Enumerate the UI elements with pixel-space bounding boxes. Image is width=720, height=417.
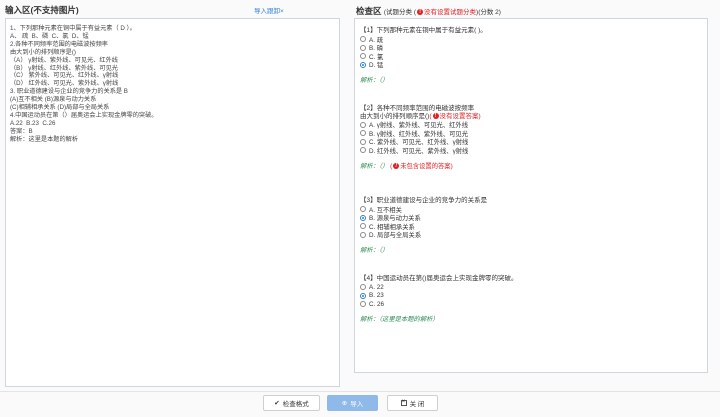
radio-button-checked[interactable]: [360, 61, 366, 68]
option-row[interactable]: A. 互不相关: [360, 205, 487, 214]
input-text: 1、下列那种元素在铜中属于有益元素（ D ）。 A、 疏 B、磷 C、氯 D、锰 2…: [6, 19, 339, 150]
radio-button[interactable]: [360, 147, 366, 154]
radio-button[interactable]: [360, 53, 366, 60]
warning-icon: !: [417, 9, 424, 16]
option-row[interactable]: C. 紫外线、可见光、红外线、γ射线: [360, 138, 481, 146]
input-line: A.22 B.23 C.26: [10, 119, 56, 127]
input-line: 由大到小的排列顺序是(): [10, 48, 76, 56]
option-label: D. 局部与全局关系: [369, 232, 422, 240]
option-label: C. 26: [369, 300, 385, 308]
input-area-title: 输入区(不支持图片): [5, 5, 79, 15]
check-icon: ✔: [274, 400, 280, 407]
check-area-label: 检查区: [356, 6, 382, 16]
option-row[interactable]: C. 相辅相承关系: [360, 222, 487, 231]
option-row[interactable]: C. 26: [360, 300, 517, 309]
question-2: 【2】各种不同频率范围的电磁波按频率 由大到小的排列顺序是()(! 没有设置答案)…: [360, 105, 481, 170]
import-icon: ⊕: [341, 400, 348, 407]
option-row[interactable]: B. 磷: [360, 43, 487, 52]
radio-button[interactable]: [360, 36, 366, 43]
warning-icon: !: [393, 162, 400, 169]
radio-button-checked[interactable]: [360, 214, 366, 221]
check-area-title: 检查区 (试题分类 (! 没有设置试题分类)(分数 2): [356, 5, 501, 17]
input-line: 3. 职业道德建设与企业的竞争力的关系是 B: [10, 88, 128, 96]
option-row[interactable]: B. 23: [360, 291, 517, 300]
input-textarea[interactable]: 1、下列那种元素在铜中属于有益元素（ D ）。 A、 疏 B、磷 C、氯 D、锰 2…: [5, 18, 340, 387]
input-line: （A） γ射线、紫外线、可见光、红外线: [10, 56, 118, 64]
option-row[interactable]: C. 氯: [360, 52, 487, 61]
input-line: 答案：B: [10, 127, 33, 135]
question-stem-text: 由大到小的排列顺序是(): [360, 112, 430, 120]
input-line: 解析：这里是本题的解析: [10, 135, 79, 143]
option-row[interactable]: B. 源泉与动力关系: [360, 213, 487, 222]
radio-button[interactable]: [360, 121, 366, 128]
radio-button[interactable]: [360, 284, 366, 291]
radio-button-checked[interactable]: [360, 292, 366, 299]
analysis-text: 解析：（）: [360, 162, 389, 170]
close-button[interactable]: 关 闭: [387, 395, 438, 411]
radio-button[interactable]: [360, 44, 366, 51]
radio-button[interactable]: [360, 301, 366, 308]
warning-icon: !: [432, 113, 439, 120]
radio-button[interactable]: [360, 138, 366, 145]
import-button[interactable]: ⊕ 导入: [327, 395, 378, 411]
option-row[interactable]: A. 22: [360, 283, 517, 292]
category-info: (试题分类 (! 没有设置试题分类)(分数 2): [384, 9, 501, 16]
import-link[interactable]: 导入跟卸×: [254, 5, 284, 15]
radio-button[interactable]: [360, 223, 366, 230]
analysis-warning: 未包含设置的答案: [400, 162, 451, 170]
analysis-text: 解析：（）: [360, 246, 389, 254]
option-row[interactable]: A. γ射线、紫外线、可见光、红外线: [360, 121, 481, 129]
option-label: A. 22: [369, 283, 384, 291]
option-row[interactable]: D. 红外线、可见光、紫外线、γ射线: [360, 146, 481, 155]
option-label: D. 红外线、可见光、紫外线、γ射线: [369, 147, 469, 155]
input-line: (A)互不相关 (B)源泉与动力关系: [10, 96, 97, 104]
footer-divider: [0, 391, 720, 392]
option-label: B. 23: [369, 292, 384, 300]
option-row[interactable]: A. 疏: [360, 35, 487, 44]
input-line: 1、下列那种元素在铜中属于有益元素（ D ）。: [10, 25, 136, 32]
question-4: 【4】中国运动员在第()届奥运会上实现金牌零的突破。 A. 22 B. 23 C…: [360, 275, 517, 323]
score-label: )(分数 2): [476, 9, 501, 16]
category-warning: 没有设置试题分类: [424, 9, 477, 16]
input-line: 2.各种不同频率范围的电磁波按频率: [10, 40, 108, 48]
question-stem: 【4】中国运动员在第()届奥运会上实现金牌零的突破。: [360, 275, 518, 282]
question-1: 【1】下列那种元素在铜中属于有益元素( )。 A. 疏 B. 磷 C. 氯 D.…: [360, 27, 487, 84]
close-label: 关 闭: [409, 401, 425, 408]
analysis-text: 解析：（这里是本题的解析）: [360, 316, 439, 324]
radio-button[interactable]: [360, 231, 366, 238]
radio-button[interactable]: [360, 206, 366, 213]
radio-button[interactable]: [360, 130, 366, 137]
analysis-row: 解析：（） (! 未包含设置的答案): [360, 162, 453, 170]
input-line: A、 疏 B、磷 C、氯 D、锰: [10, 32, 89, 40]
answer-warning: 没有设置答案: [439, 112, 479, 120]
category-label: (试题分类 (: [383, 9, 417, 16]
input-line: 4.中国运动员在第（）届奥运会上实现金牌零的突破。: [10, 111, 158, 119]
option-row[interactable]: D. 局部与全局关系: [360, 230, 487, 239]
option-label: D. 锰: [369, 62, 384, 70]
check-format-label: 检查格式: [282, 401, 309, 408]
close-icon: [400, 399, 407, 406]
check-format-button[interactable]: ✔ 检查格式: [263, 395, 320, 411]
analysis-text: 解析：（）: [360, 76, 389, 84]
option-row[interactable]: B. γ射线、红外线、紫外线、可见光: [360, 129, 481, 138]
question-stem: 【2】各种不同频率范围的电磁波按频率: [360, 105, 475, 112]
check-area-panel: 【1】下列那种元素在铜中属于有益元素( )。 A. 疏 B. 磷 C. 氯 D.…: [354, 18, 708, 373]
option-row[interactable]: D. 锰: [360, 60, 487, 69]
import-label: 导入: [350, 401, 364, 408]
question-3: 【3】职业道德建设与企业的竞争力的关系是 A. 互不相关 B. 源泉与动力关系 …: [360, 197, 487, 254]
input-line: (C)相辅相承关系 (D)局部与全局关系: [10, 104, 110, 112]
